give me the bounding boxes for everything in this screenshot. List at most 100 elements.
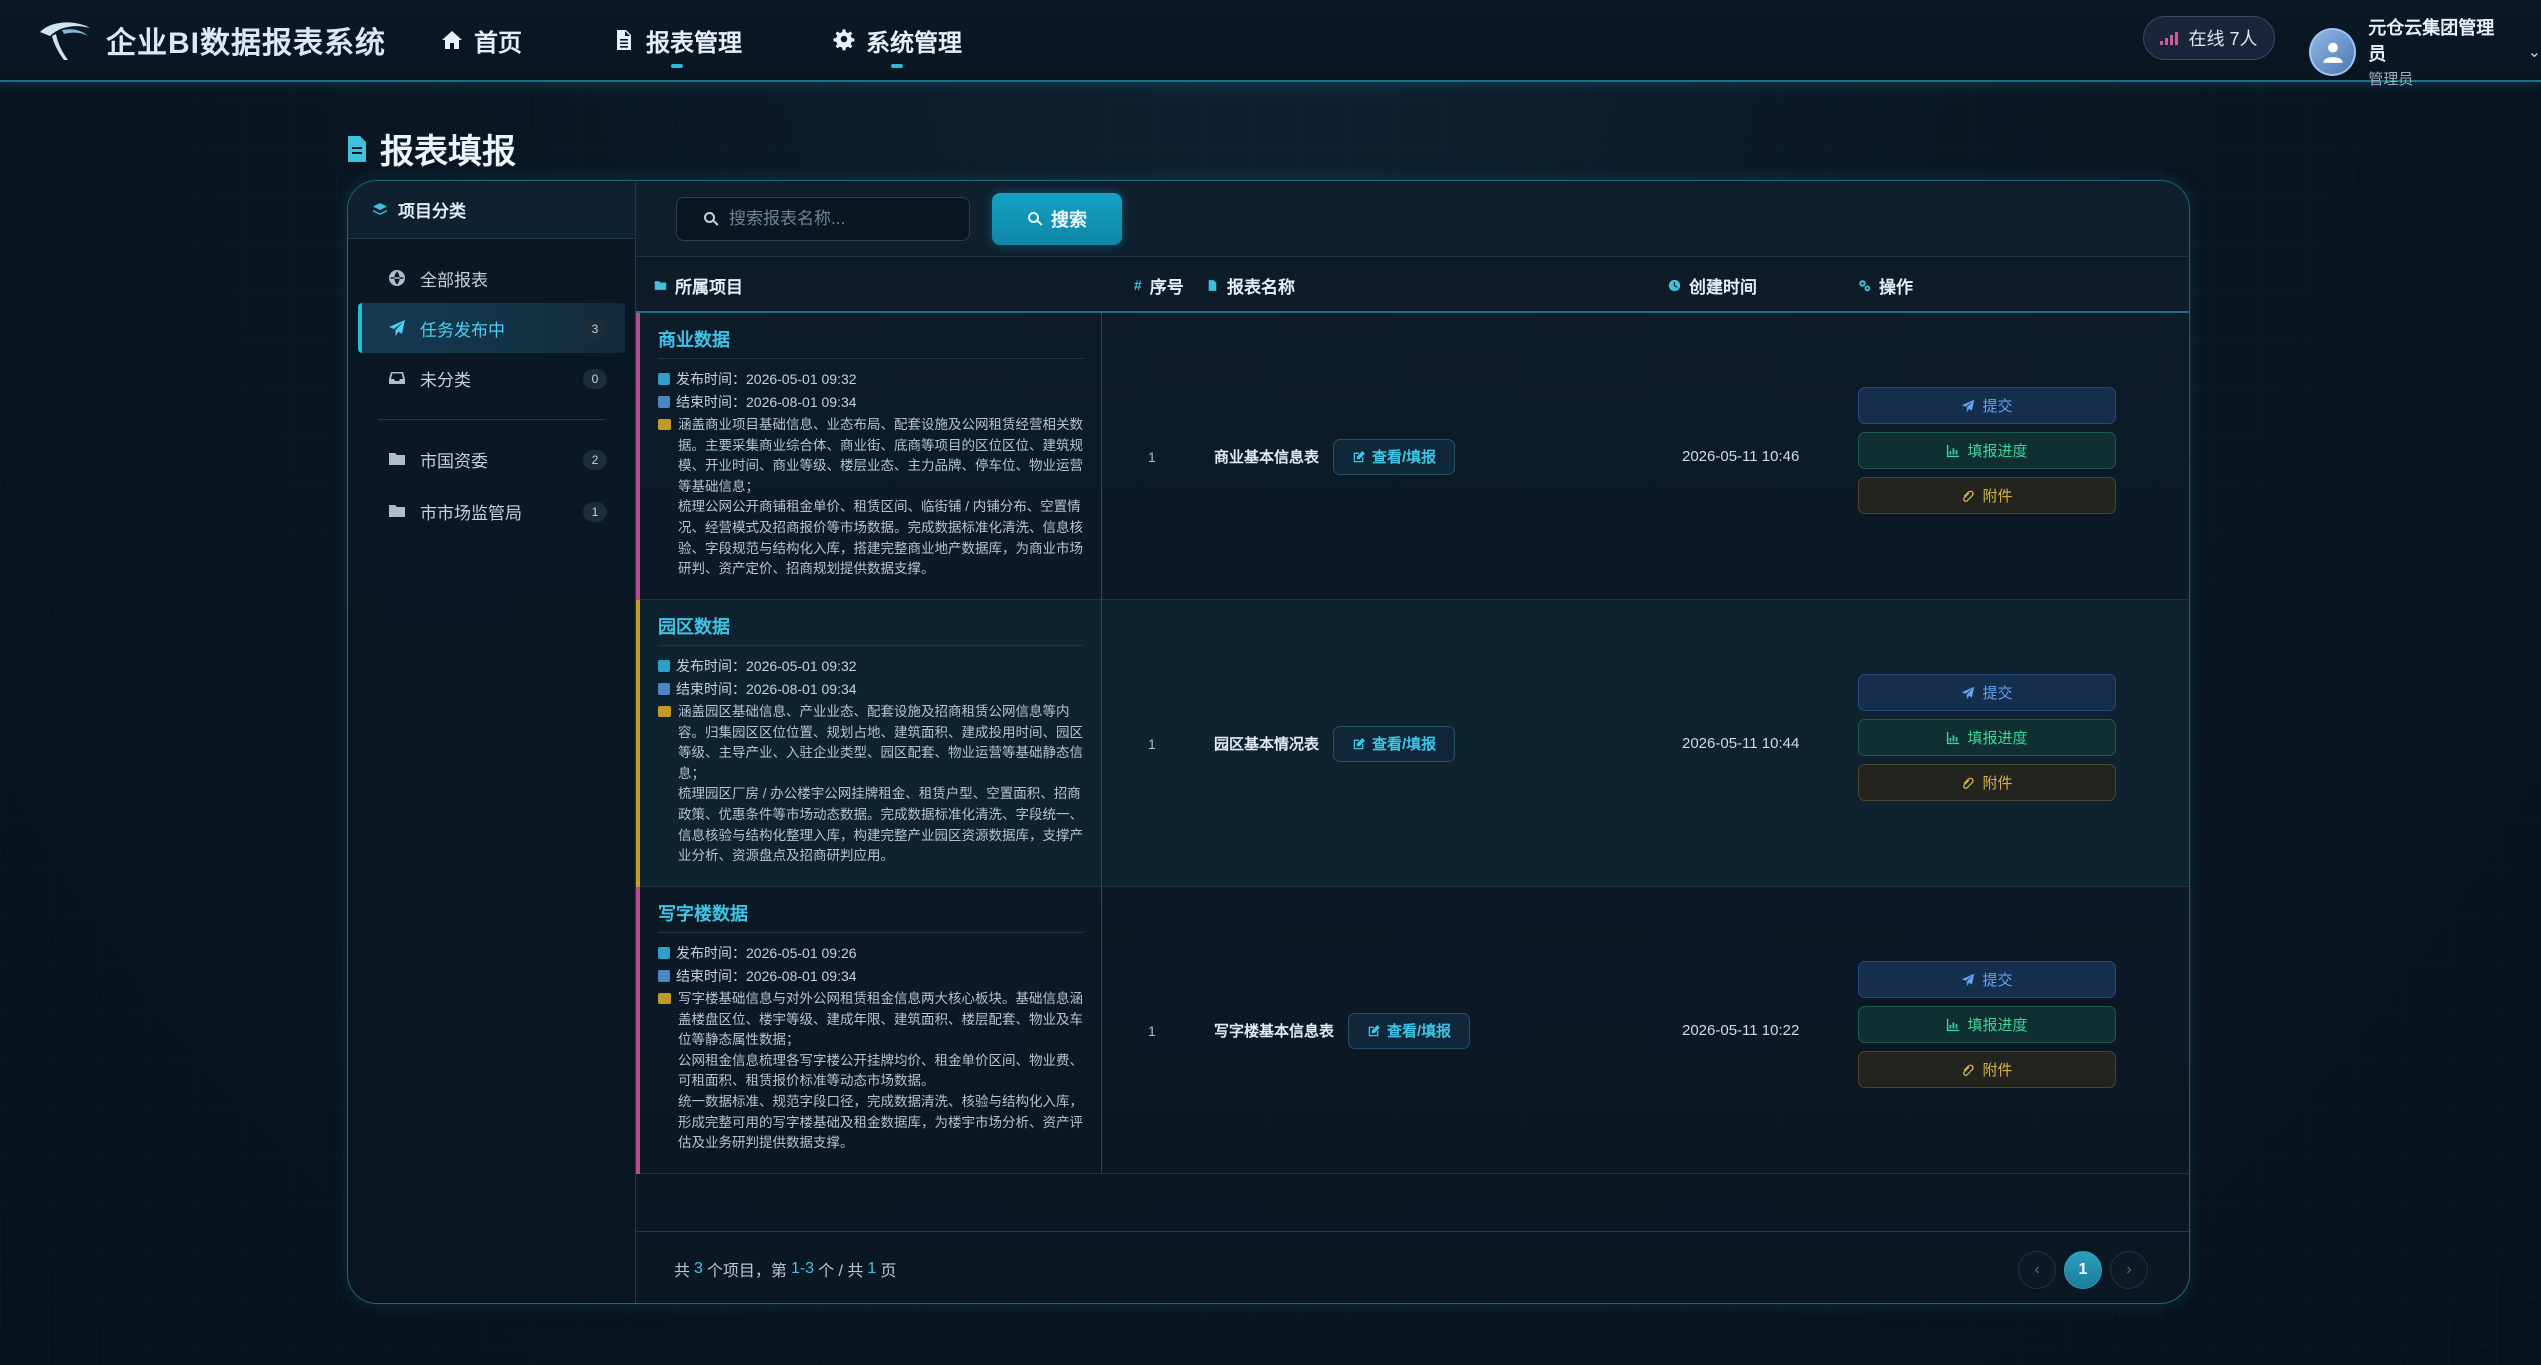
publish-time: 发布时间：2026-05-01 09:32 xyxy=(658,367,1083,390)
view-fill-label: 查看/填报 xyxy=(1372,449,1437,466)
pagination-text: 共 xyxy=(674,1263,691,1280)
globe-icon xyxy=(389,270,405,286)
submit-button[interactable]: 提交 xyxy=(1858,674,2116,711)
view-fill-label: 查看/填报 xyxy=(1387,1023,1452,1040)
nav-item-label: 报表管理 xyxy=(646,29,742,57)
sidebar-item-label: 任务发布中 xyxy=(420,320,505,340)
project-description: 写字楼基础信息与对外公网租赁租金信息两大核心板块。基础信息涵盖楼盘区位、楼宇等级… xyxy=(658,989,1083,1154)
actions-cell: 提交 填报进度 附件 xyxy=(1858,387,2116,514)
progress-button[interactable]: 填报进度 xyxy=(1858,1006,2116,1043)
seq-cell: 1 xyxy=(1148,1022,1156,1039)
user-menu[interactable]: 元仓云集团管理员 管理员 ⌄ xyxy=(2309,14,2541,89)
nav-item-system-management[interactable]: 系统管理 xyxy=(832,0,962,80)
description-paragraph: 梳理公网公开商铺租金单价、租赁区间、临街铺 / 内铺分布、空置情况、经营模式及招… xyxy=(678,499,1083,577)
calendar-check-icon xyxy=(658,395,670,408)
project-name[interactable]: 商业数据 xyxy=(658,325,1083,359)
search-bar: 搜索 xyxy=(636,181,2189,257)
home-icon xyxy=(442,31,462,49)
sidebar-item-uncategorized[interactable]: 未分类 0 xyxy=(358,353,625,403)
table-row: 写字楼数据 发布时间：2026-05-01 09:26 结束时间：2026-08… xyxy=(636,887,2189,1174)
end-time: 结束时间：2026-08-01 09:34 xyxy=(658,677,1083,700)
search-button[interactable]: 搜索 xyxy=(992,192,1122,245)
column-header-project[interactable]: 所属项目 xyxy=(654,257,743,313)
view-fill-button[interactable]: 查看/填报 xyxy=(1333,725,1456,762)
actions-cell: 提交 填报进度 附件 xyxy=(1858,674,2116,801)
calendar-icon xyxy=(658,946,670,959)
sidebar-item-market-regulation[interactable]: 市市场监管局 1 xyxy=(358,486,625,536)
search-button-label: 搜索 xyxy=(1051,209,1087,230)
gears-icon xyxy=(1859,279,1871,291)
project-description: 涵盖园区基础信息、产业业态、配套设施及招商租赁公网信息等内容。归集园区区位位置、… xyxy=(658,702,1083,867)
column-header-actions: 操作 xyxy=(1858,257,1913,313)
top-navbar: 企业BI数据报表系统 首页 报表管理 系统管理 在线 7人 元仓云集团管理员 管… xyxy=(0,0,2541,88)
sidebar-item-publishing[interactable]: 任务发布中 3 xyxy=(358,303,625,353)
sidebar-item-label: 市国资委 xyxy=(420,451,488,471)
project-cell: 写字楼数据 发布时间：2026-05-01 09:26 结束时间：2026-08… xyxy=(636,887,1102,1174)
avatar xyxy=(2309,27,2357,76)
end-time-text: 结束时间：2026-08-01 09:34 xyxy=(676,967,857,984)
calendar-check-icon xyxy=(658,969,670,982)
edit-icon xyxy=(1368,1024,1380,1036)
actions-cell: 提交 填报进度 附件 xyxy=(1858,961,2116,1088)
comment-icon xyxy=(658,993,671,1004)
chart-icon xyxy=(1947,731,1960,744)
publish-time-text: 发布时间：2026-05-01 09:32 xyxy=(676,370,857,387)
nav-item-home[interactable]: 首页 xyxy=(440,0,522,80)
chevron-down-icon: ⌄ xyxy=(2527,43,2541,61)
progress-button[interactable]: 填报进度 xyxy=(1858,719,2116,756)
view-fill-button[interactable]: 查看/填报 xyxy=(1348,1012,1471,1049)
edit-icon xyxy=(1353,737,1365,749)
count-badge: 2 xyxy=(583,450,607,470)
nav-item-report-management[interactable]: 报表管理 xyxy=(612,0,742,80)
folder-icon xyxy=(389,453,405,465)
user-name: 元仓云集团管理员 xyxy=(2368,18,2495,64)
seq-cell: 1 xyxy=(1148,735,1156,752)
brand[interactable]: 企业BI数据报表系统 xyxy=(36,14,386,66)
signal-icon xyxy=(2160,31,2179,45)
report-name-cell: 园区基本情况表 查看/填报 xyxy=(1214,600,1456,887)
view-fill-button[interactable]: 查看/填报 xyxy=(1333,438,1456,475)
main-card: 项目分类 全部报表 任务发布中 3 未分类 0 市国资委 2 市市场监管局 1 xyxy=(347,180,2190,1304)
search-icon xyxy=(1028,211,1043,226)
gear-icon xyxy=(833,29,855,51)
search-input[interactable] xyxy=(729,208,959,229)
project-name[interactable]: 写字楼数据 xyxy=(658,899,1083,933)
sidebar-divider xyxy=(378,419,605,420)
attachment-label: 附件 xyxy=(1982,488,2013,505)
sidebar-item-all-reports[interactable]: 全部报表 xyxy=(358,253,625,303)
pagination-total: 3 xyxy=(694,1260,703,1277)
search-field[interactable] xyxy=(676,196,970,241)
pagination-text: 页 xyxy=(880,1263,897,1280)
description-paragraph: 写字楼基础信息与对外公网租赁租金信息两大核心板块。基础信息涵盖楼盘区位、楼宇等级… xyxy=(678,991,1083,1048)
pagination-range: 1-3 xyxy=(790,1260,815,1277)
submit-label: 提交 xyxy=(1982,972,2013,989)
created-time: 2026-05-11 10:22 xyxy=(1682,1022,1800,1039)
hash-icon: # xyxy=(1134,277,1142,293)
prev-page-button[interactable]: ‹ xyxy=(2018,1251,2056,1289)
brand-logo-icon xyxy=(40,22,90,60)
sidebar-item-sasac[interactable]: 市国资委 2 xyxy=(358,434,625,484)
column-header-seq[interactable]: # 序号 xyxy=(1134,257,1184,313)
progress-label: 填报进度 xyxy=(1967,443,2028,460)
attachment-button[interactable]: 附件 xyxy=(1858,764,2116,801)
nav-item-label: 首页 xyxy=(474,29,522,57)
online-users-badge[interactable]: 在线 7人 xyxy=(2143,16,2275,60)
project-cell: 园区数据 发布时间：2026-05-01 09:32 结束时间：2026-08-… xyxy=(636,600,1102,887)
calendar-icon xyxy=(658,372,670,385)
calendar-icon xyxy=(658,659,670,672)
attachment-button[interactable]: 附件 xyxy=(1858,477,2116,514)
project-name[interactable]: 园区数据 xyxy=(658,612,1083,646)
progress-button[interactable]: 填报进度 xyxy=(1858,432,2116,469)
attachment-button[interactable]: 附件 xyxy=(1858,1051,2116,1088)
column-header-created[interactable]: 创建时间 xyxy=(1668,257,1757,313)
column-header-label: 报表名称 xyxy=(1227,277,1295,297)
next-page-button[interactable]: › xyxy=(2110,1251,2148,1289)
description-paragraph: 涵盖园区基础信息、产业业态、配套设施及招商租赁公网信息等内容。归集园区区位位置、… xyxy=(678,704,1083,781)
submit-button[interactable]: 提交 xyxy=(1858,387,2116,424)
page-button-current[interactable]: 1 xyxy=(2064,1251,2102,1289)
send-icon xyxy=(389,320,405,336)
column-header-name[interactable]: 报表名称 xyxy=(1206,257,1295,313)
submit-button[interactable]: 提交 xyxy=(1858,961,2116,998)
clock-icon xyxy=(1668,279,1681,291)
progress-label: 填报进度 xyxy=(1967,730,2028,747)
